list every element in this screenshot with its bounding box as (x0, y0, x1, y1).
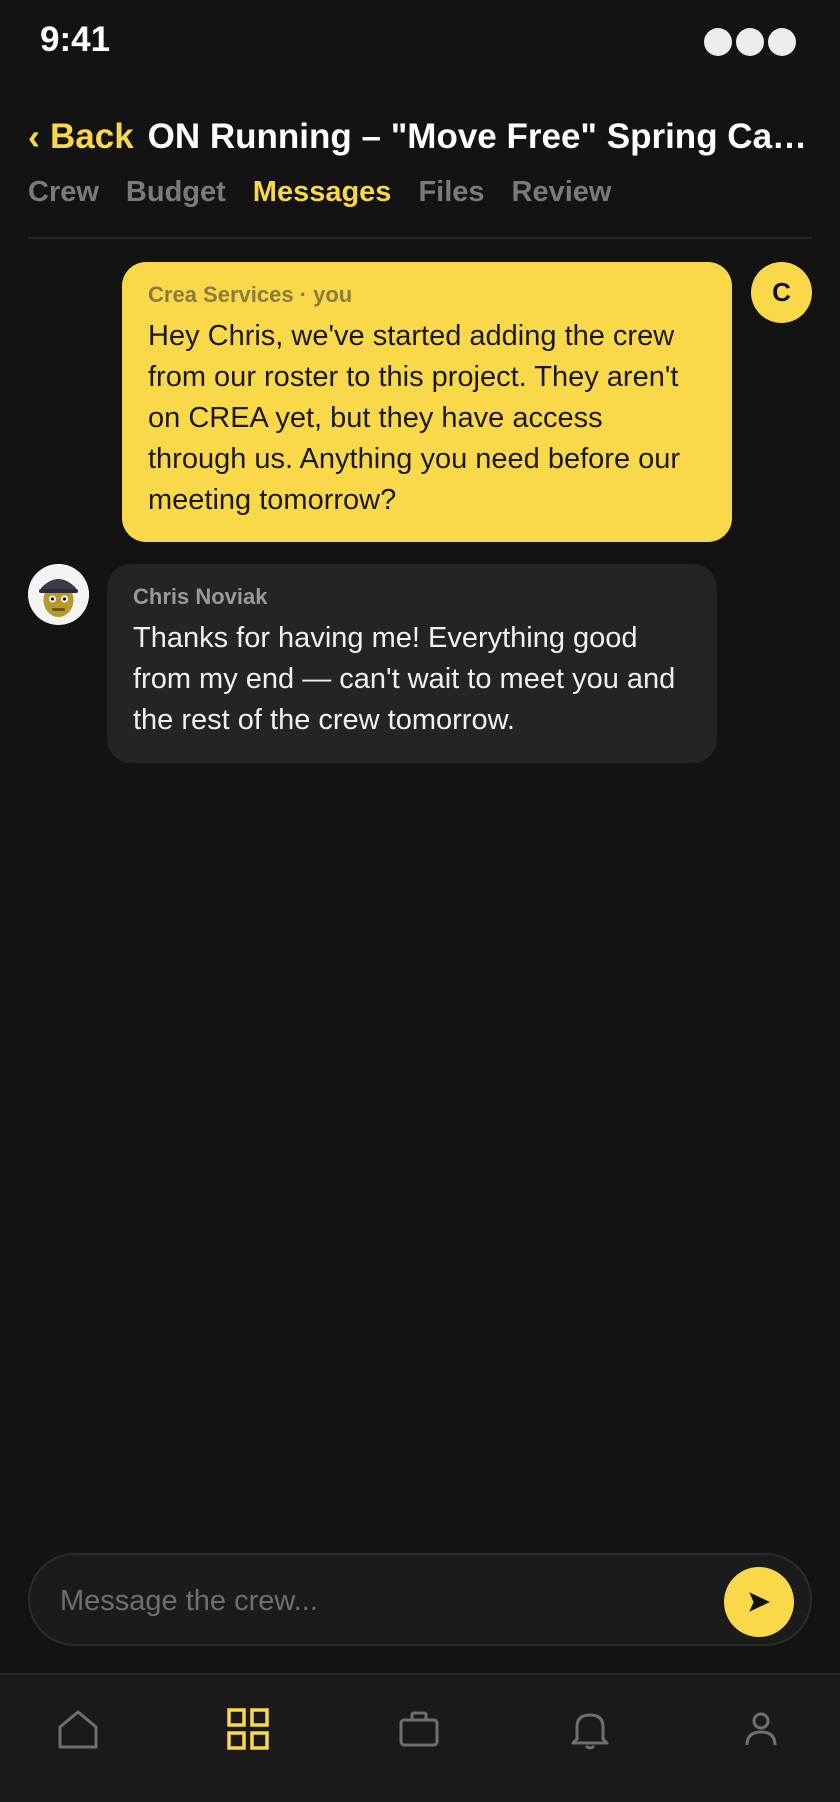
bottom-nav (0, 1675, 840, 1802)
tab-budget[interactable]: Budget (126, 176, 226, 209)
nav-notifications[interactable] (560, 1699, 620, 1759)
tab-files[interactable]: Files (418, 176, 484, 209)
status-dot-icon (768, 28, 796, 56)
user-photo-avatar (28, 564, 89, 625)
status-indicators (704, 28, 796, 56)
profile-icon (745, 1712, 777, 1746)
message-bubble-incoming: Chris Noviak Thanks for having me! Every… (107, 564, 717, 763)
send-button[interactable] (724, 1567, 794, 1637)
status-dot-icon (736, 28, 764, 56)
chevron-left-icon: ‹ (28, 116, 40, 157)
tab-messages[interactable]: Messages (253, 176, 392, 209)
back-label: Back (50, 117, 134, 156)
message-input[interactable] (60, 1573, 700, 1629)
message-sender: Chris Noviak (133, 584, 268, 609)
message-sender: Crea Services · you (148, 282, 353, 307)
tab-bar: Crew Budget Messages Files Review (28, 176, 612, 209)
page-title: ON Running – "Move Free" Spring Campaign (147, 117, 812, 156)
nav-home[interactable] (48, 1699, 108, 1759)
briefcase-icon (399, 1711, 439, 1747)
nav-projects[interactable] (218, 1699, 278, 1759)
header: ‹ Back ON Running – "Move Free" Spring C… (28, 112, 812, 162)
home-icon (58, 1710, 98, 1749)
status-time: 9:41 (40, 20, 111, 59)
send-icon (749, 1592, 770, 1612)
message-composer (28, 1553, 812, 1646)
back-button[interactable]: ‹ Back (28, 117, 134, 157)
status-dot-icon (704, 28, 732, 56)
status-bar: 9:41 (0, 0, 840, 90)
nav-jobs[interactable] (389, 1699, 449, 1759)
message-text: Thanks for having me! Everything good fr… (133, 622, 676, 736)
tab-review[interactable]: Review (512, 176, 612, 209)
bell-icon (571, 1713, 609, 1750)
avatar: C (751, 262, 812, 323)
message-text: Hey Chris, we've started adding the crew… (148, 320, 681, 516)
tabs-divider (28, 237, 812, 239)
tab-crew[interactable]: Crew (28, 176, 99, 209)
message-bubble-outgoing: Crea Services · you Hey Chris, we've sta… (122, 262, 732, 542)
nav-profile[interactable] (731, 1699, 791, 1759)
grid-icon (227, 1708, 269, 1750)
